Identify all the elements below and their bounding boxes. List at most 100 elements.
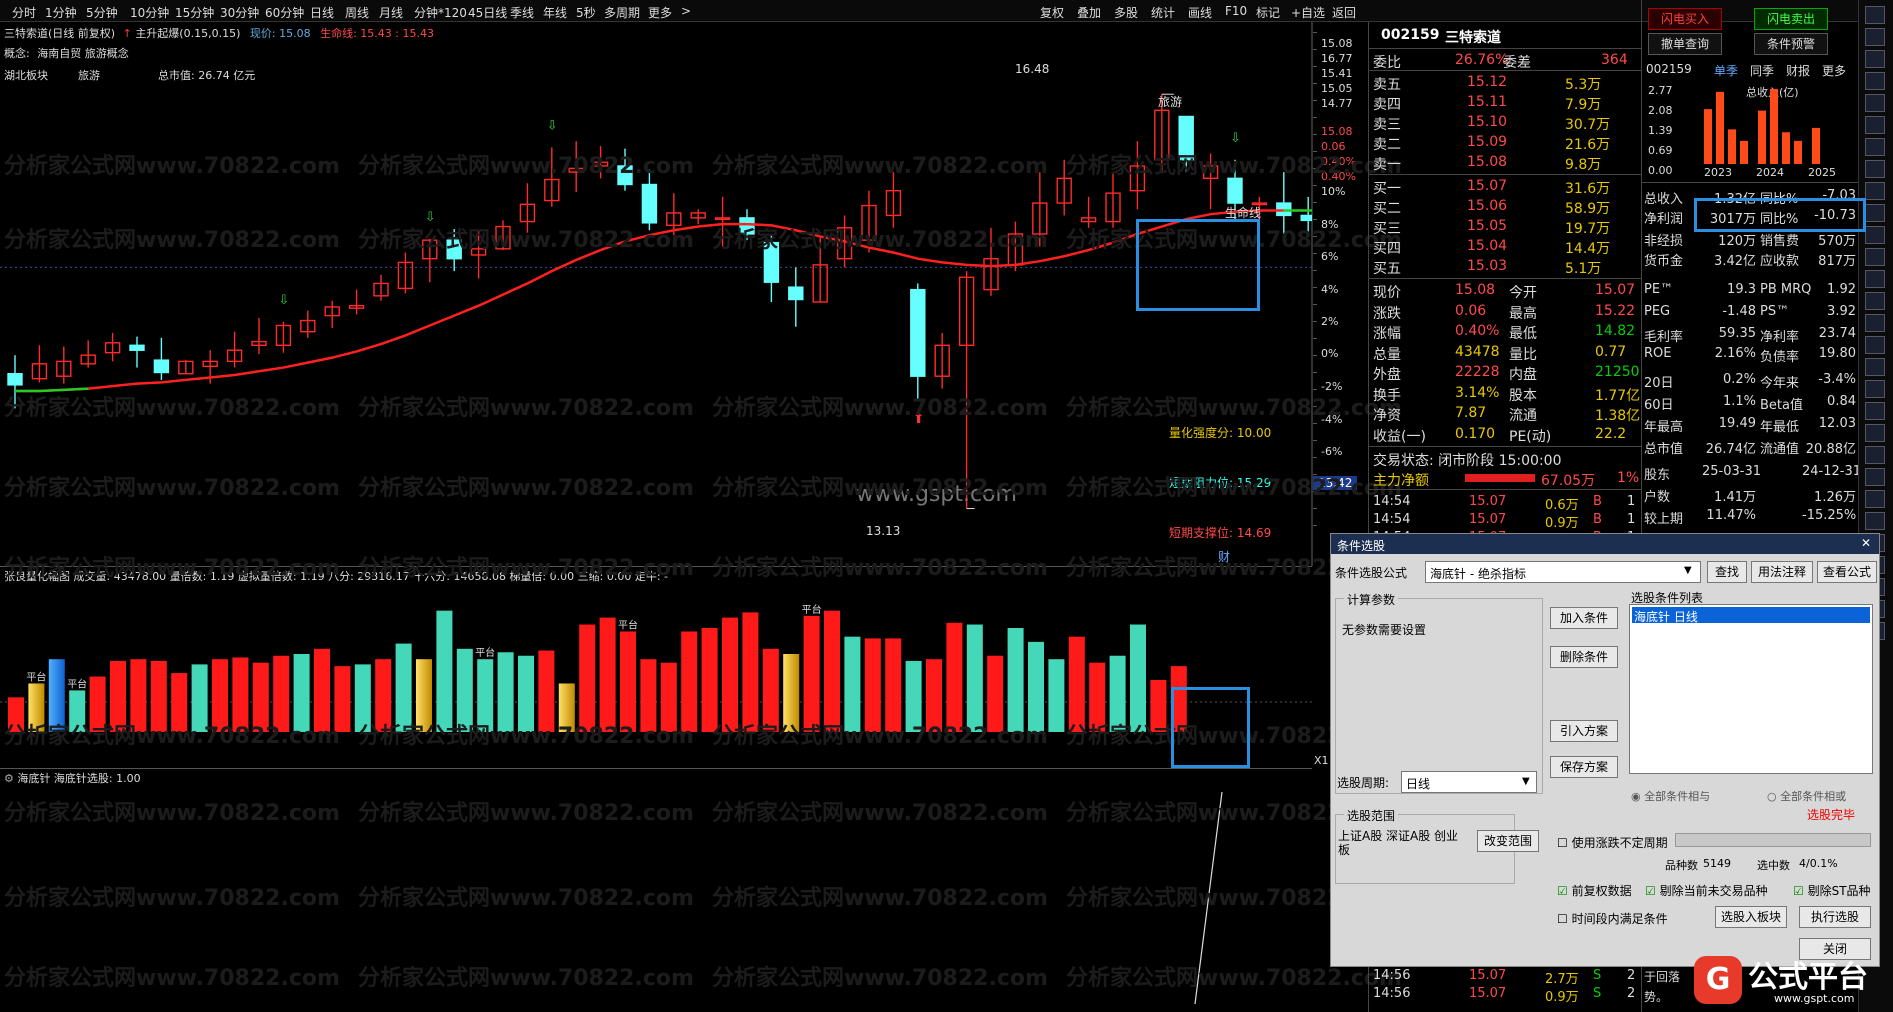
period-tab-8[interactable]: 周线 <box>345 4 369 21</box>
mail-icon[interactable] <box>1865 424 1885 442</box>
bid-row-4[interactable]: 买五 15.03 5.1万 <box>1369 256 1642 277</box>
link-icon[interactable] <box>1865 270 1885 288</box>
fin-tab-3[interactable]: 更多 <box>1822 62 1846 79</box>
toolbar-btn-8[interactable]: 返回 <box>1332 4 1356 21</box>
to-block-button[interactable]: 选股入板块 <box>1715 906 1787 928</box>
bar-icon[interactable] <box>1865 72 1885 90</box>
save-plan-button[interactable]: 保存方案 <box>1550 756 1618 778</box>
bid-row-0[interactable]: 买一 15.07 31.6万 <box>1369 176 1642 197</box>
volume-bar <box>293 654 310 732</box>
toolbar-btn-6[interactable]: 标记 <box>1256 4 1280 21</box>
condition-list[interactable]: 海底针 日线 <box>1629 604 1873 774</box>
rsi-icon[interactable] <box>1865 446 1885 464</box>
ask-row-2[interactable]: 卖三 15.10 30.7万 <box>1369 112 1642 133</box>
chk-forward-adjust[interactable]: ☑ 前复权数据 <box>1557 882 1632 899</box>
list-icon[interactable] <box>1865 6 1885 24</box>
info-icon[interactable] <box>1865 248 1885 266</box>
period-tab-6[interactable]: 60分钟 <box>265 4 304 21</box>
chk-variable-period[interactable]: ☐ 使用涨跌不定周期 <box>1557 834 1668 851</box>
period-tab-5[interactable]: 30分钟 <box>220 4 259 21</box>
usage-button[interactable]: 用法注释 <box>1751 561 1813 583</box>
close-icon[interactable]: ✕ <box>1861 536 1871 550</box>
axis-tick <box>1313 253 1317 254</box>
period-tab-14[interactable]: 5秒 <box>576 4 596 21</box>
period-tab-10[interactable]: 分钟*120 <box>414 4 467 21</box>
ask-row-4[interactable]: 卖一 15.08 9.8万 <box>1369 152 1642 173</box>
volume-bar <box>110 660 126 732</box>
fin-tab-1[interactable]: 同季 <box>1750 62 1774 79</box>
add-condition-button[interactable]: 加入条件 <box>1550 607 1618 629</box>
chk-exclude-st[interactable]: ☑ 剔除ST品种 <box>1793 882 1871 899</box>
selected-value: 4/0.1% <box>1799 857 1838 870</box>
pin-icon[interactable] <box>1865 512 1885 530</box>
candle <box>763 241 780 283</box>
bid-row-1[interactable]: 买二 15.06 58.9万 <box>1369 196 1642 217</box>
list-item-selected[interactable]: 海底针 日线 <box>1632 607 1870 624</box>
candle <box>910 288 926 377</box>
lock-icon[interactable] <box>1865 336 1885 354</box>
change-range-button[interactable]: 改变范围 <box>1477 830 1539 852</box>
toolbar-btn-3[interactable]: 统计 <box>1151 4 1175 21</box>
bid-row-2[interactable]: 买三 15.05 19.7万 <box>1369 216 1642 237</box>
import-plan-button[interactable]: 引入方案 <box>1550 720 1618 742</box>
alert-icon[interactable] <box>1865 226 1885 244</box>
ask-row-3[interactable]: 卖二 15.09 21.6万 <box>1369 132 1642 153</box>
fin-tab-0[interactable]: 单季 <box>1714 62 1738 79</box>
period-tab-2[interactable]: 5分钟 <box>86 4 118 21</box>
execute-button[interactable]: 执行选股 <box>1799 906 1871 928</box>
bid-row-3[interactable]: 买四 15.04 14.4万 <box>1369 236 1642 257</box>
fin-tab-2[interactable]: 财报 <box>1786 62 1810 79</box>
chk-exclude-untraded[interactable]: ☑ 剔除当前未交易品种 <box>1645 882 1768 899</box>
ask-row-1[interactable]: 卖四 15.11 7.9万 <box>1369 92 1642 113</box>
period-tab-1[interactable]: 1分钟 <box>45 4 77 21</box>
period-tab-11[interactable]: 45日线 <box>468 4 507 21</box>
flash-sell-button[interactable]: 闪电卖出 <box>1754 8 1828 30</box>
toolbar-btn-5[interactable]: F10 <box>1225 4 1247 18</box>
table-icon[interactable] <box>1865 116 1885 134</box>
chevron-right-icon[interactable]: > <box>681 4 691 18</box>
toolbar-btn-1[interactable]: 叠加 <box>1077 4 1101 21</box>
chart-icon[interactable] <box>1865 50 1885 68</box>
formula-select[interactable]: 海底针 - 绝杀指标 ▼ <box>1425 561 1701 583</box>
star-icon[interactable] <box>1865 204 1885 222</box>
tool-icon[interactable] <box>1865 292 1885 310</box>
help-icon[interactable] <box>1865 402 1885 420</box>
calc-icon[interactable] <box>1865 160 1885 178</box>
fin-year-1: 2024 <box>1756 166 1784 179</box>
period-tab-16[interactable]: 更多 <box>648 4 672 21</box>
period-tab-4[interactable]: 15分钟 <box>175 4 214 21</box>
doc-icon[interactable] <box>1865 138 1885 156</box>
toolbar-btn-4[interactable]: 画线 <box>1188 4 1212 21</box>
period-tab-15[interactable]: 多周期 <box>604 4 640 21</box>
line-icon[interactable] <box>1865 94 1885 112</box>
news-icon[interactable] <box>1865 182 1885 200</box>
period-tab-7[interactable]: 日线 <box>310 4 334 21</box>
gear-icon[interactable] <box>1865 380 1885 398</box>
condition-alert-button[interactable]: 条件预警 <box>1754 33 1828 55</box>
axis-tick <box>1313 219 1317 220</box>
period-tab-13[interactable]: 年线 <box>543 4 567 21</box>
grid-icon[interactable] <box>1865 28 1885 46</box>
period-select[interactable]: 日线 ▼ <box>1401 771 1537 793</box>
radio-or[interactable]: ○ 全部条件相或 <box>1767 788 1846 804</box>
edit-icon[interactable] <box>1865 490 1885 508</box>
cancel-order-button[interactable]: 撤单查询 <box>1648 33 1722 55</box>
period-tab-12[interactable]: 季线 <box>510 4 534 21</box>
axis-price-4: 14.77 <box>1321 97 1353 110</box>
toolbar-btn-2[interactable]: 多股 <box>1114 4 1138 21</box>
period-tab-0[interactable]: 分时 <box>12 4 36 21</box>
delete-condition-button[interactable]: 删除条件 <box>1550 646 1618 668</box>
view-formula-button[interactable]: 查看公式 <box>1817 561 1877 583</box>
user-icon[interactable] <box>1865 314 1885 332</box>
period-tab-3[interactable]: 10分钟 <box>130 4 169 21</box>
toolbar-btn-0[interactable]: 复权 <box>1040 4 1064 21</box>
flash-buy-button[interactable]: 闪电买入 <box>1648 8 1722 30</box>
search-icon[interactable] <box>1865 358 1885 376</box>
find-button[interactable]: 查找 <box>1707 561 1747 583</box>
period-tab-9[interactable]: 月线 <box>379 4 403 21</box>
toolbar-btn-7[interactable]: +自选 <box>1291 4 1325 21</box>
radio-and[interactable]: ◉ 全部条件相与 <box>1631 788 1710 804</box>
plus-icon[interactable] <box>1865 468 1885 486</box>
ask-row-0[interactable]: 卖五 15.12 5.3万 <box>1369 72 1642 93</box>
chk-time-range[interactable]: ☐ 时间段内满足条件 <box>1557 910 1668 927</box>
